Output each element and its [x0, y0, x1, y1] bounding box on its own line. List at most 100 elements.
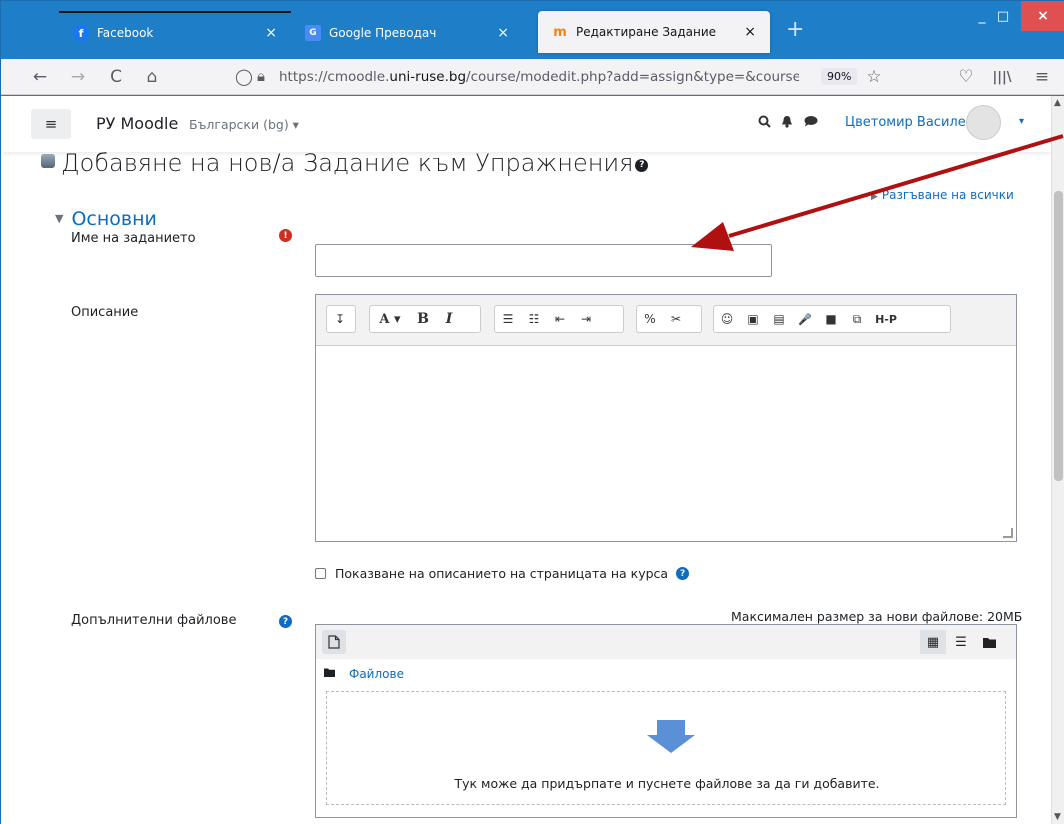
add-file-icon[interactable]	[322, 630, 346, 654]
max-file-size: Максимален размер за нови файлове: 20МБ	[731, 609, 1023, 624]
site-brand-link[interactable]: РУ Moodle	[96, 114, 178, 133]
toolbar-group-collapse: ↧	[326, 305, 356, 333]
record-video-button[interactable]: ■	[820, 306, 842, 332]
google-translate-icon: G	[305, 25, 321, 41]
chat-icon[interactable]	[804, 115, 818, 131]
bell-icon[interactable]	[781, 115, 793, 132]
image-button[interactable]: ▣	[742, 306, 764, 332]
required-icon: !	[279, 229, 292, 242]
resize-grip-icon[interactable]	[1003, 528, 1013, 538]
search-icon[interactable]	[758, 115, 771, 132]
facebook-icon: f	[73, 25, 89, 41]
tab-google-translate[interactable]: G Google Преводач ×	[291, 14, 523, 52]
tab-title: Facebook	[97, 26, 154, 40]
show-description-option[interactable]: Показване на описанието на страницата на…	[315, 566, 690, 581]
browser-window: f Facebook × G Google Преводач × m Редак…	[0, 0, 1064, 824]
folder-view-icon[interactable]	[976, 630, 1002, 654]
tab-title: Google Преводач	[329, 26, 437, 40]
expand-all-link[interactable]: ▶ Разгъване на всички	[871, 188, 1014, 202]
drop-zone-text: Тук може да придърпате и пуснете файлове…	[454, 776, 880, 791]
back-button[interactable]: ←	[29, 66, 51, 88]
avatar[interactable]	[966, 105, 1001, 140]
scroll-down-arrow-icon[interactable]: ▼	[1054, 812, 1061, 822]
collapse-caret-icon: ▼	[55, 212, 64, 225]
scrollbar-thumb[interactable]	[1054, 191, 1063, 481]
tab-highlight-line	[59, 11, 291, 13]
lock-icon[interactable]: 🔒︎	[257, 67, 265, 85]
file-manager-toolbar: ▦ ☰	[316, 625, 1016, 659]
zoom-level[interactable]: 90%	[821, 68, 858, 85]
ordered-list-button[interactable]: ☷	[523, 306, 545, 332]
outdent-button[interactable]: ⇤	[549, 306, 571, 332]
tab-title: Редактиране Задание	[576, 25, 717, 39]
record-audio-button[interactable]: 🎤	[794, 306, 816, 332]
help-icon[interactable]: ?	[635, 158, 649, 172]
app-menu-button[interactable]: ≡	[1031, 66, 1053, 88]
home-button[interactable]: ⌂	[141, 66, 163, 88]
italic-button[interactable]: I	[438, 306, 460, 332]
toolbar-collapse-button[interactable]: ↧	[329, 306, 351, 332]
toolbar-group-insert: ☺ ▣ ▤ 🎤 ■ ⧉ H-P	[713, 305, 951, 333]
toolbar-group-style: A ▾ B I	[369, 305, 481, 333]
new-tab-button[interactable]: +	[786, 19, 804, 41]
assignment-name-input[interactable]	[315, 244, 772, 277]
editor-content-area[interactable]	[316, 346, 1016, 541]
indent-button[interactable]: ⇥	[575, 306, 597, 332]
page-title: Добавяне на нов/а Задание към Упражнения…	[41, 149, 649, 177]
close-tab-icon[interactable]: ×	[497, 25, 509, 41]
url-bar[interactable]: ◯ 🔒︎ https://cmoodle.uni-ruse.bg/course/…	[229, 63, 895, 91]
section-general-header[interactable]: ▼ Основни	[55, 208, 157, 230]
library-icon[interactable]: |||\	[991, 66, 1013, 88]
link-button[interactable]: %	[639, 306, 661, 332]
expand-triangle-icon: ▶	[871, 192, 878, 202]
toolbar-group-list: ☰ ☷ ⇤ ⇥	[494, 305, 624, 333]
pocket-icon[interactable]: ♡	[955, 66, 977, 88]
scroll-up-arrow-icon[interactable]: ▲	[1054, 98, 1061, 108]
close-tab-icon[interactable]: ×	[744, 24, 756, 40]
files-folder-link[interactable]: Файлове	[349, 667, 404, 681]
file-drop-zone[interactable]: Тук може да придърпате и пуснете файлове…	[326, 691, 1006, 805]
user-menu-caret-icon[interactable]: ▾	[1019, 116, 1024, 127]
maximize-button[interactable]: □	[984, 1, 1022, 31]
forward-button[interactable]: →	[67, 66, 89, 88]
additional-files-label: Допълнителни файлове	[71, 613, 237, 628]
unlink-button[interactable]: ✂	[665, 306, 687, 332]
user-name[interactable]: Цветомир Василев	[845, 115, 973, 130]
bookmark-star-icon[interactable]: ☆	[863, 66, 885, 88]
list-view-icon[interactable]: ☰	[948, 630, 974, 654]
assignment-icon	[41, 154, 55, 168]
help-icon[interactable]: ?	[676, 567, 690, 580]
unordered-list-button[interactable]: ☰	[497, 306, 519, 332]
tab-facebook[interactable]: f Facebook ×	[59, 14, 291, 52]
emoji-button[interactable]: ☺	[716, 306, 738, 332]
moodle-icon: m	[553, 24, 567, 40]
editor-toolbar: ↧ A ▾ B I ☰ ☷ ⇤ ⇥ % ✂ ☺ ▣ ▤ 🎤 ■ ⧉ H-P	[316, 295, 1016, 346]
media-button[interactable]: ▤	[768, 306, 790, 332]
language-menu[interactable]: Български (bg) ▾	[189, 117, 299, 132]
h5p-button[interactable]: H-P	[872, 306, 900, 332]
page-scrollbar[interactable]: ▲ ▼	[1051, 96, 1064, 824]
help-icon[interactable]: ?	[279, 615, 292, 628]
assignment-name-label: Име на заданието	[71, 231, 196, 246]
close-tab-icon[interactable]: ×	[265, 25, 277, 41]
show-description-label: Показване на описанието на страницата на…	[335, 566, 669, 581]
drawer-toggle-button[interactable]: ≡	[31, 109, 71, 139]
manage-files-button[interactable]: ⧉	[846, 306, 868, 332]
toolbar-group-links: % ✂	[636, 305, 702, 333]
navigation-bar: ← → C ⌂ ◯ 🔒︎ https://cmoodle.uni-ruse.bg…	[1, 59, 1064, 95]
tab-edit-assignment[interactable]: m Редактиране Задание ×	[538, 11, 770, 53]
description-label: Описание	[71, 305, 139, 320]
moodle-navbar: ≡ РУ Moodle Български (bg) ▾ Цветомир Ва…	[1, 96, 1051, 152]
shield-icon[interactable]: ◯	[235, 67, 253, 86]
bold-button[interactable]: B	[412, 306, 434, 332]
file-manager: ▦ ☰ Файлове Тук може да придърпате и пус…	[315, 624, 1017, 818]
show-description-checkbox[interactable]	[315, 568, 326, 579]
icon-view-icon[interactable]: ▦	[920, 630, 946, 654]
font-color-button[interactable]: A ▾	[372, 306, 408, 332]
url-text: https://cmoodle.uni-ruse.bg/course/moded…	[279, 69, 799, 85]
reload-button[interactable]: C	[105, 66, 127, 88]
description-editor[interactable]: ↧ A ▾ B I ☰ ☷ ⇤ ⇥ % ✂ ☺ ▣ ▤ 🎤 ■ ⧉ H-P	[315, 294, 1017, 542]
close-window-button[interactable]: ×	[1021, 1, 1064, 31]
page-content: ≡ РУ Moodle Български (bg) ▾ Цветомир Ва…	[1, 96, 1051, 824]
file-path-breadcrumb: Файлове	[324, 667, 404, 681]
